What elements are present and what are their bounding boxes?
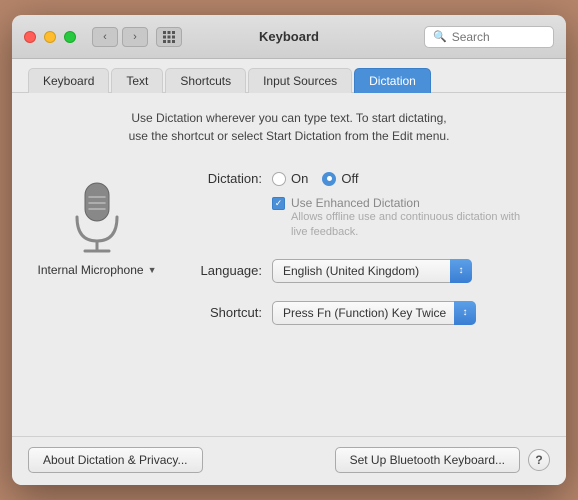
grid-button[interactable] <box>156 27 182 47</box>
enhanced-text: Use Enhanced Dictation Allows offline us… <box>291 196 520 241</box>
tab-dictation[interactable]: Dictation <box>354 68 431 93</box>
tab-shortcuts[interactable]: Shortcuts <box>165 68 246 93</box>
enhanced-checkbox[interactable] <box>272 197 285 210</box>
enhanced-checkbox-wrap: Use Enhanced Dictation Allows offline us… <box>272 196 520 241</box>
enhanced-label: Use Enhanced Dictation <box>291 196 520 210</box>
radio-on[interactable]: On <box>272 171 308 186</box>
radio-off-label: Off <box>341 171 358 186</box>
microphone-icon <box>62 175 132 255</box>
shortcut-select-wrapper: Press Fn (Function) Key Twice ↕ <box>272 301 476 325</box>
microphone-section: Internal Microphone ▼ <box>32 165 162 420</box>
window-title: Keyboard <box>259 29 319 44</box>
traffic-lights <box>24 31 76 43</box>
language-select[interactable]: English (United Kingdom) <box>272 259 472 283</box>
search-icon: 🔍 <box>433 30 447 43</box>
enhanced-desc: Allows offline use and continuous dictat… <box>291 210 520 241</box>
microphone-dropdown-arrow: ▼ <box>148 265 157 275</box>
minimize-button[interactable] <box>44 31 56 43</box>
radio-off[interactable]: Off <box>322 171 358 186</box>
close-button[interactable] <box>24 31 36 43</box>
enhanced-dictation-row: Use Enhanced Dictation Allows offline us… <box>272 196 546 241</box>
about-dictation-button[interactable]: About Dictation & Privacy... <box>28 447 203 473</box>
shortcut-row: Shortcut: Press Fn (Function) Key Twice … <box>182 301 546 325</box>
bottom-bar: About Dictation & Privacy... Set Up Blue… <box>12 436 566 485</box>
titlebar: ‹ › Keyboard 🔍 <box>12 15 566 59</box>
description-line1: Use Dictation wherever you can type text… <box>131 111 446 125</box>
description: Use Dictation wherever you can type text… <box>32 109 546 145</box>
language-select-wrapper: English (United Kingdom) ↕ <box>272 259 472 283</box>
main-area: Internal Microphone ▼ Dictation: On <box>32 165 546 420</box>
radio-on-label: On <box>291 171 308 186</box>
maximize-button[interactable] <box>64 31 76 43</box>
settings-section: Dictation: On Off <box>182 165 546 420</box>
keyboard-preferences-window: ‹ › Keyboard 🔍 Keyboard Text Shortcuts I… <box>12 15 566 485</box>
language-label: Language: <box>182 263 262 278</box>
radio-off-circle[interactable] <box>322 172 336 186</box>
content-area: Use Dictation wherever you can type text… <box>12 93 566 436</box>
help-button[interactable]: ? <box>528 449 550 471</box>
search-box[interactable]: 🔍 <box>424 26 554 48</box>
nav-buttons: ‹ › <box>92 27 148 47</box>
dictation-label: Dictation: <box>182 171 262 186</box>
shortcut-label: Shortcut: <box>182 305 262 320</box>
bottom-left: About Dictation & Privacy... <box>28 447 203 473</box>
bottom-right: Set Up Bluetooth Keyboard... ? <box>335 447 550 473</box>
radio-on-circle[interactable] <box>272 172 286 186</box>
tab-text[interactable]: Text <box>111 68 163 93</box>
forward-button[interactable]: › <box>122 27 148 47</box>
search-input[interactable] <box>452 30 545 44</box>
language-row: Language: English (United Kingdom) ↕ <box>182 259 546 283</box>
radio-group: On Off <box>272 171 358 186</box>
tab-keyboard[interactable]: Keyboard <box>28 68 109 93</box>
tab-input-sources[interactable]: Input Sources <box>248 68 352 93</box>
setup-bluetooth-button[interactable]: Set Up Bluetooth Keyboard... <box>335 447 520 473</box>
microphone-label: Internal Microphone <box>38 263 144 277</box>
description-line2: use the shortcut or select Start Dictati… <box>129 129 450 143</box>
back-button[interactable]: ‹ <box>92 27 118 47</box>
tabs-bar: Keyboard Text Shortcuts Input Sources Di… <box>12 59 566 93</box>
dictation-toggle-row: Dictation: On Off <box>182 171 546 186</box>
microphone-selector[interactable]: Internal Microphone ▼ <box>38 263 157 277</box>
shortcut-select[interactable]: Press Fn (Function) Key Twice <box>272 301 476 325</box>
